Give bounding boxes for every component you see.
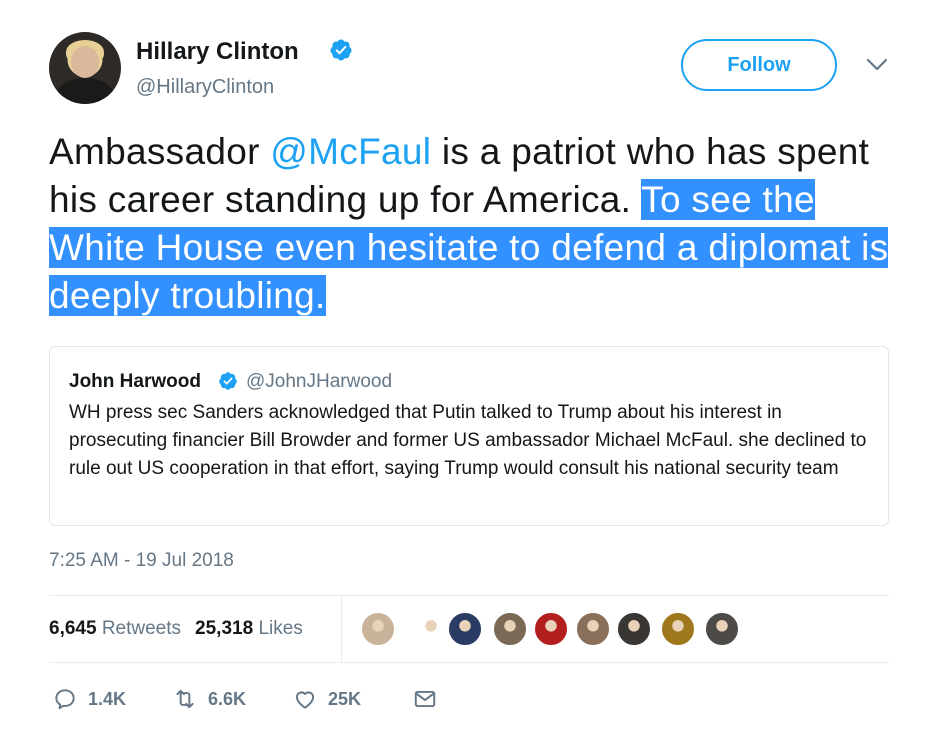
quoted-author-name: John Harwood: [69, 371, 201, 392]
like-count: 25K: [328, 688, 362, 709]
mention-link[interactable]: @McFaul: [270, 131, 431, 172]
liker-avatar-2[interactable]: [413, 611, 449, 647]
direct-message-button[interactable]: [412, 686, 438, 712]
likes-stat[interactable]: 25,318 Likes: [195, 618, 303, 639]
follow-button[interactable]: Follow: [681, 39, 837, 91]
likes-label: Likes: [258, 618, 303, 639]
author-name[interactable]: Hillary Clinton: [136, 38, 299, 66]
retweets-count: 6,645: [49, 618, 97, 639]
retweets-stat[interactable]: 6,645 Retweets: [49, 618, 181, 639]
retweet-icon: [176, 689, 194, 709]
verified-badge-icon: [219, 372, 237, 390]
tweet-text: Ambassador @McFaul is a patriot who has …: [49, 128, 899, 320]
likes-count: 25,318: [195, 618, 254, 639]
verified-badge-icon: [330, 39, 352, 61]
liker-avatar-9[interactable]: [704, 611, 740, 647]
retweet-count: 6.6K: [208, 688, 247, 709]
retweet-button[interactable]: 6.6K: [172, 686, 246, 712]
divider: [49, 662, 889, 663]
liker-avatar-3[interactable]: [447, 611, 483, 647]
like-button[interactable]: 25K: [292, 686, 361, 712]
quoted-tweet[interactable]: John Harwood @JohnJHarwood WH press sec …: [49, 346, 889, 526]
quoted-tweet-text: WH press sec Sanders acknowledged that P…: [69, 402, 867, 479]
tweet-stats: 6,645 Retweets 25,318 Likes: [49, 618, 303, 640]
tweet-timestamp[interactable]: 7:25 AM - 19 Jul 2018: [49, 550, 234, 572]
reply-icon: [55, 689, 75, 710]
heart-icon: [295, 691, 315, 709]
liker-avatar-8[interactable]: [660, 611, 696, 647]
reply-button[interactable]: 1.4K: [52, 686, 126, 712]
divider: [49, 595, 889, 596]
author-handle[interactable]: @HillaryClinton: [136, 76, 274, 99]
liker-avatar-5[interactable]: [533, 611, 569, 647]
liker-avatar-1[interactable]: [360, 611, 396, 647]
quoted-author-handle: @JohnJHarwood: [246, 371, 393, 392]
tweet-text-part: Ambassador: [49, 131, 271, 172]
reply-count: 1.4K: [88, 688, 127, 709]
liker-avatar-7[interactable]: [616, 611, 652, 647]
author-avatar[interactable]: [49, 32, 121, 104]
retweets-label: Retweets: [101, 618, 182, 639]
liker-avatar-6[interactable]: [575, 611, 611, 647]
envelope-icon: [414, 690, 436, 708]
chevron-down-icon[interactable]: [866, 58, 888, 72]
divider: [341, 596, 342, 662]
liker-avatar-4[interactable]: [492, 611, 528, 647]
